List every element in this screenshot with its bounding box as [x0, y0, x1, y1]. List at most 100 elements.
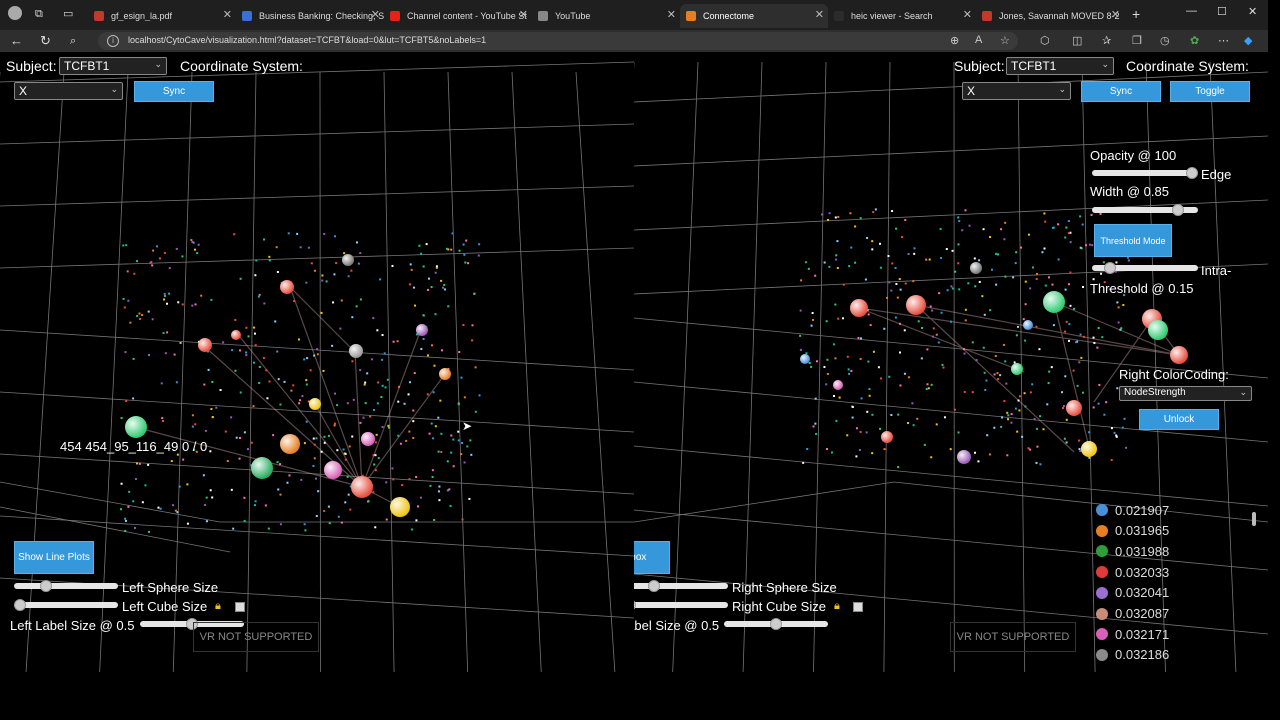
coordinate-system-select[interactable]: X ⌄ — [962, 82, 1071, 100]
tab-label: heic viewer - Search — [851, 11, 933, 21]
subject-select[interactable]: TCFBT1 ⌄ — [59, 57, 167, 75]
sync-button[interactable]: Sync — [1081, 81, 1161, 102]
close-icon[interactable]: ✕ — [519, 8, 528, 21]
close-icon[interactable]: ✕ — [815, 8, 824, 21]
workspaces-icon[interactable]: ⧉ — [35, 6, 43, 22]
toggle-button[interactable]: Toggle — [1170, 81, 1250, 102]
slider-knob[interactable] — [1104, 262, 1116, 274]
history-icon[interactable]: ◷ — [1160, 34, 1170, 47]
slider-knob[interactable] — [1186, 167, 1198, 179]
split-screen-icon[interactable]: ◫ — [1072, 34, 1082, 47]
legend-item: 0.032186 — [1096, 647, 1169, 663]
left-viewport[interactable]: Subject: TCFBT1 ⌄ Coordinate System: X ⌄… — [0, 52, 634, 682]
close-icon[interactable]: ✕ — [963, 8, 972, 21]
vr-not-supported-button: VR NOT SUPPORTED — [950, 622, 1076, 652]
show-line-plots-button[interactable]: Show Line Plots — [14, 541, 94, 574]
slider-knob[interactable] — [40, 580, 52, 592]
scrollbar-thumb[interactable] — [1252, 512, 1256, 526]
node-spheres — [125, 254, 451, 517]
tab-4[interactable]: Connectome ✕ — [680, 4, 828, 28]
legend-swatch — [1096, 524, 1108, 537]
threshold-mode-button[interactable]: Threshold Mode — [1094, 224, 1172, 257]
tab-label: Connectome — [703, 11, 755, 21]
opacity-slider[interactable] — [1092, 167, 1198, 179]
slider-knob[interactable] — [648, 580, 660, 592]
width-label: Width @ 0.85 — [1090, 184, 1169, 199]
color-coding-label: Right ColorCoding: — [1119, 367, 1229, 382]
right-cube-lock-checkbox[interactable] — [853, 602, 863, 612]
url-field[interactable]: i localhost/CytoCave/visualization.html?… — [98, 32, 1018, 50]
slider-knob[interactable] — [14, 599, 26, 611]
chevron-down-icon: ⌄ — [110, 84, 118, 94]
tab-1[interactable]: Business Banking: Checking, S ✕ — [236, 4, 384, 28]
unlock-button[interactable]: Unlock — [1139, 409, 1219, 430]
right-label-size-slider[interactable] — [724, 618, 828, 630]
subject-select[interactable]: TCFBT1 ⌄ — [1006, 57, 1114, 75]
right-sphere-size-slider[interactable] — [634, 580, 728, 592]
maximize-icon[interactable]: ☐ — [1217, 5, 1227, 18]
node-hover-label: 454 454_95_116_49 0 / 0 — [60, 439, 208, 454]
close-icon[interactable]: ✕ — [223, 8, 232, 21]
tab-actions-icon[interactable]: ▭ — [63, 6, 73, 22]
extensions-icon[interactable]: ⬡ — [1040, 34, 1050, 47]
favorite-star-icon[interactable]: ☆ — [1000, 34, 1010, 47]
subject-value: TCFBT1 — [64, 59, 110, 73]
info-icon[interactable]: i — [107, 35, 119, 47]
threshold-label: Threshold @ 0.15 — [1090, 281, 1194, 296]
lock-icon[interactable]: 🔒︎ — [834, 600, 840, 613]
left-cube-size-slider[interactable] — [14, 599, 118, 611]
subject-label: Subject: — [6, 58, 57, 74]
right-viewport[interactable]: Subject: TCFBT1 ⌄ Coordinate System: X ⌄… — [634, 52, 1268, 682]
settings-more-icon[interactable]: ⋯ — [1218, 34, 1229, 47]
collections-icon[interactable]: ❐ — [1132, 34, 1142, 47]
tab-0[interactable]: gf_esign_la.pdf ✕ — [88, 4, 236, 28]
close-icon[interactable]: ✕ — [371, 8, 380, 21]
reload-icon[interactable]: ↻ — [40, 33, 51, 49]
vr-not-supported-button: VR NOT SUPPORTED — [193, 622, 319, 652]
close-icon[interactable]: ✕ — [1111, 8, 1120, 21]
width-slider[interactable] — [1092, 204, 1198, 216]
tab-2[interactable]: Channel content - YouTube St ✕ — [384, 4, 532, 28]
left-sphere-size-slider[interactable] — [14, 580, 118, 592]
tab-5[interactable]: heic viewer - Search ✕ — [828, 4, 976, 28]
document-icon — [982, 11, 992, 21]
coordinate-system-select[interactable]: X ⌄ — [14, 82, 123, 100]
new-tab-button[interactable]: + — [1132, 6, 1140, 22]
skybox-button[interactable]: Skybox — [634, 541, 670, 574]
extension-icon[interactable]: ✿ — [1190, 34, 1199, 47]
profile-avatar[interactable] — [8, 6, 22, 20]
minimize-icon[interactable]: — — [1186, 5, 1197, 17]
legend-value: 0.031965 — [1115, 523, 1170, 539]
close-icon[interactable]: ✕ — [667, 8, 676, 21]
legend-value: 0.032041 — [1115, 585, 1170, 601]
url-text[interactable]: localhost/CytoCave/visualization.html?da… — [128, 35, 486, 45]
right-cube-size-label: Right Cube Size — [732, 599, 826, 614]
bank-icon — [242, 11, 252, 21]
tab-3[interactable]: YouTube ✕ — [532, 4, 680, 28]
left-cube-checkbox[interactable] — [235, 602, 245, 612]
copilot-icon[interactable]: ◆ — [1244, 34, 1252, 47]
color-coding-select[interactable]: NodeStrength ⌄ — [1119, 386, 1252, 401]
zoom-icon[interactable]: ⊕ — [950, 34, 959, 47]
back-icon[interactable]: ← — [10, 33, 23, 49]
window-close-icon[interactable]: ✕ — [1248, 5, 1257, 18]
right-cube-size-slider[interactable] — [634, 599, 728, 611]
legend-item: 0.032171 — [1096, 626, 1169, 642]
slider-knob[interactable] — [770, 618, 782, 630]
tab-label: gf_esign_la.pdf — [111, 11, 173, 21]
favorites-icon[interactable]: ✰ — [1102, 34, 1111, 47]
legend-swatch — [1096, 504, 1108, 516]
coordinate-value: X — [19, 84, 28, 98]
chevron-down-icon: ⌄ — [154, 59, 162, 69]
subject-value: TCFBT1 — [1011, 59, 1057, 73]
tab-6[interactable]: Jones, Savannah MOVED 8-2 ✕ — [976, 4, 1124, 28]
slider-knob[interactable] — [1172, 204, 1184, 216]
search-icon[interactable]: ⌕ — [70, 33, 76, 49]
read-aloud-icon[interactable]: A — [975, 34, 982, 46]
lock-icon[interactable]: 🔒︎ — [215, 600, 221, 613]
chevron-down-icon: ⌄ — [1101, 59, 1109, 69]
opacity-label: Opacity @ 100 — [1090, 148, 1177, 163]
sync-button[interactable]: Sync — [134, 81, 214, 102]
tab-label: Jones, Savannah MOVED 8-2 — [999, 11, 1120, 21]
threshold-slider[interactable] — [1092, 262, 1198, 274]
